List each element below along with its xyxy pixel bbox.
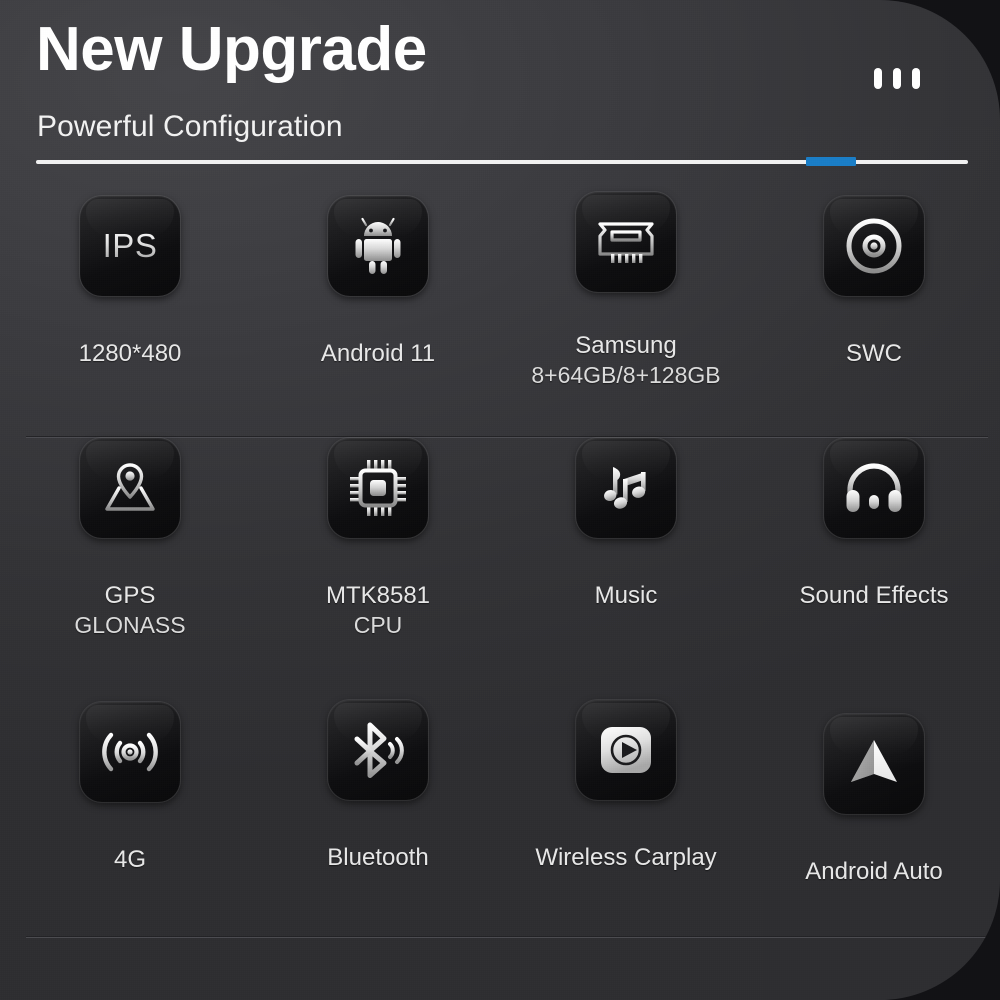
feature-sublabel: CPU bbox=[353, 611, 403, 638]
feature-row: IPS 1280*480 Android 11 Samsung 8+64GB/8… bbox=[0, 192, 1000, 438]
dot-3 bbox=[912, 68, 920, 89]
feature-label: SWC bbox=[846, 340, 902, 368]
cpu-chip-icon bbox=[328, 438, 428, 538]
feature-label: Bluetooth bbox=[327, 844, 429, 872]
feature-item-sound-effects[interactable]: Sound Effects bbox=[750, 438, 998, 611]
screen: New Upgrade Powerful Configuration IPS 1… bbox=[0, 0, 1000, 1000]
feature-label: GPS GLONASS bbox=[74, 582, 186, 638]
music-notes-icon bbox=[576, 438, 676, 538]
feature-label: 4G bbox=[113, 846, 146, 874]
feature-item-carplay[interactable]: Wireless Carplay bbox=[502, 700, 750, 873]
map-pin-icon bbox=[80, 438, 180, 538]
feature-item-swc[interactable]: SWC bbox=[750, 196, 998, 369]
progress-indicator bbox=[806, 157, 856, 166]
header: New Upgrade Powerful Configuration bbox=[0, 0, 1000, 170]
ips-label: IPS bbox=[102, 227, 158, 264]
wireless-signal-icon bbox=[80, 702, 180, 802]
dot-1 bbox=[874, 68, 882, 89]
feature-row: 4G Bluetooth Wireless Carplay Android Au… bbox=[0, 696, 1000, 954]
headphones-icon bbox=[824, 438, 924, 538]
android-auto-icon bbox=[824, 714, 924, 814]
feature-item-gps[interactable]: GPS GLONASS bbox=[6, 438, 254, 668]
feature-item-ips[interactable]: IPS 1280*480 bbox=[6, 196, 254, 369]
feature-label: Music bbox=[594, 582, 658, 610]
feature-label: MTK8581 CPU bbox=[325, 582, 431, 638]
feature-item-memory[interactable]: Samsung 8+64GB/8+128GB bbox=[502, 192, 750, 418]
page-title: New Upgrade bbox=[36, 15, 427, 84]
vertical-dots-icon[interactable] bbox=[874, 68, 920, 89]
feature-item-android-auto[interactable]: Android Auto bbox=[750, 714, 998, 887]
ips-text-icon: IPS bbox=[80, 196, 180, 296]
feature-label: Wireless Carplay bbox=[535, 844, 717, 872]
feature-item-cpu[interactable]: MTK8581 CPU bbox=[254, 438, 502, 668]
feature-item-bluetooth[interactable]: Bluetooth bbox=[254, 700, 502, 873]
bluetooth-icon bbox=[328, 700, 428, 800]
feature-grid: IPS 1280*480 Android 11 Samsung 8+64GB/8… bbox=[0, 192, 1000, 954]
page-subtitle: Powerful Configuration bbox=[37, 110, 343, 143]
progress-track[interactable] bbox=[36, 157, 968, 166]
carplay-icon bbox=[576, 700, 676, 800]
dot-2 bbox=[893, 68, 901, 89]
feature-item-android[interactable]: Android 11 bbox=[254, 196, 502, 369]
feature-row: GPS GLONASS MTK8581 CPU Music Sound Effe… bbox=[0, 438, 1000, 938]
feature-sublabel: 8+64GB/8+128GB bbox=[531, 361, 721, 388]
memory-chip-icon bbox=[576, 192, 676, 292]
feature-label: 1280*480 bbox=[78, 340, 182, 368]
feature-label: Sound Effects bbox=[799, 582, 949, 610]
feature-label: Samsung 8+64GB/8+128GB bbox=[531, 332, 721, 388]
feature-label: Android 11 bbox=[320, 340, 436, 368]
feature-label: Android Auto bbox=[805, 858, 943, 886]
feature-item-4g[interactable]: 4G bbox=[6, 702, 254, 875]
android-robot-icon bbox=[328, 196, 428, 296]
feature-item-music[interactable]: Music bbox=[502, 438, 750, 611]
feature-sublabel: GLONASS bbox=[74, 611, 186, 638]
steering-wheel-icon bbox=[824, 196, 924, 296]
feature-panel: New Upgrade Powerful Configuration IPS 1… bbox=[0, 0, 1000, 1000]
